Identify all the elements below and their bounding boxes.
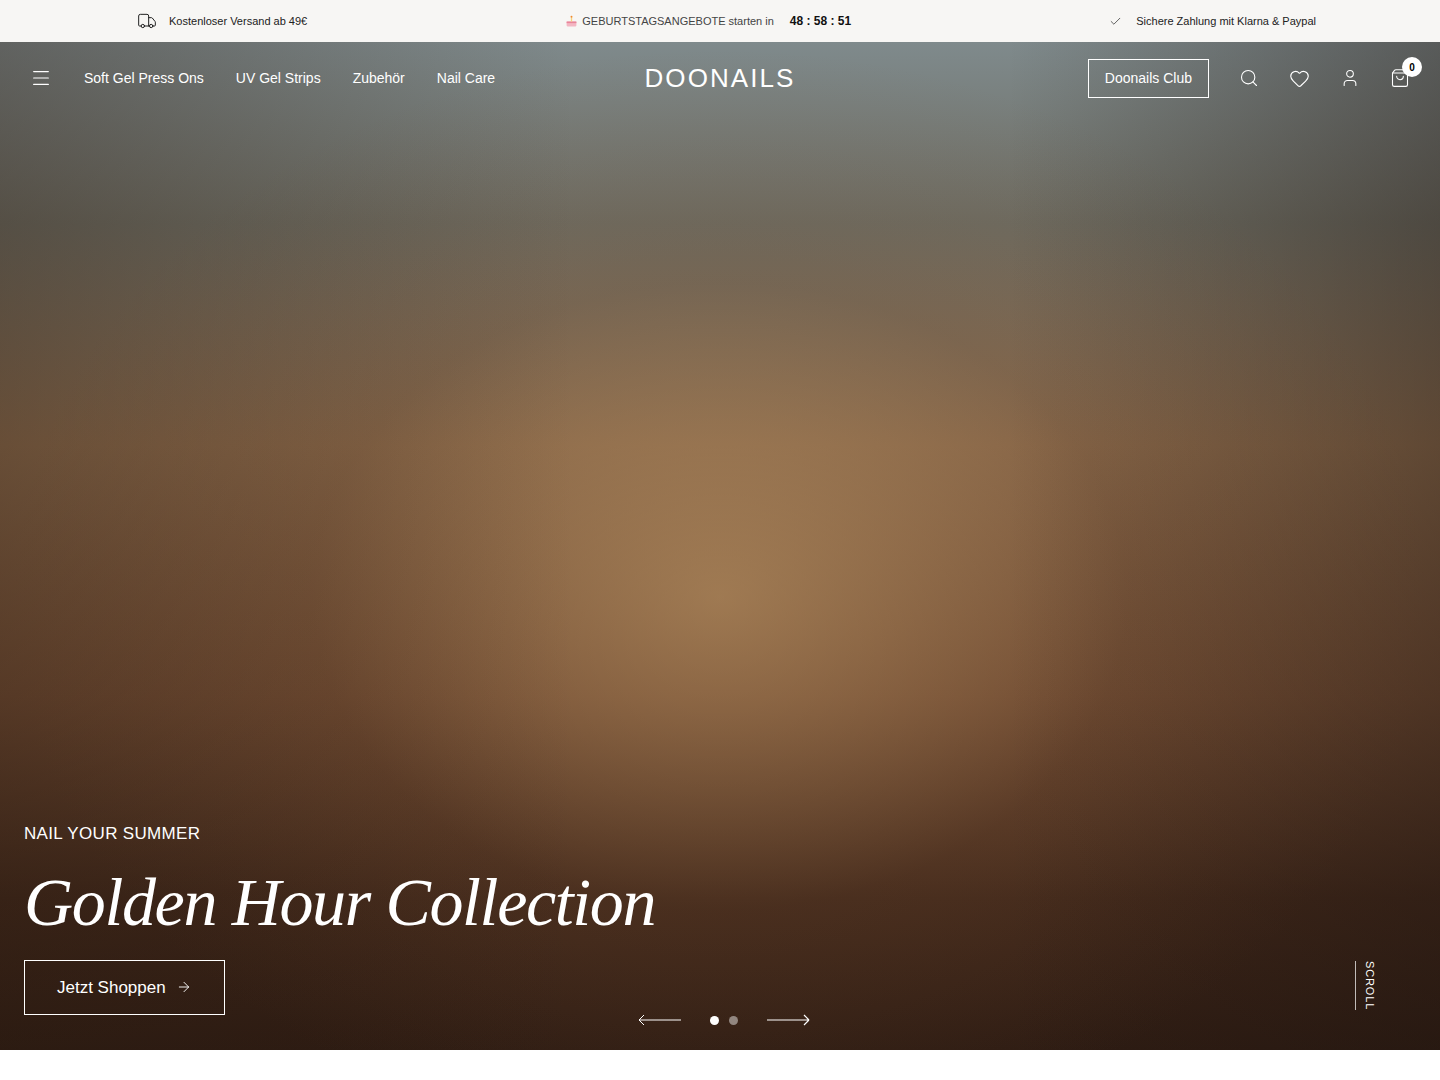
- payment-notice: Sichere Zahlung mit Klarna & Paypal: [1109, 13, 1316, 30]
- payment-text: Sichere Zahlung mit Klarna & Paypal: [1136, 13, 1316, 30]
- nav-item[interactable]: Nail Care: [437, 68, 495, 89]
- scroll-indicator: SCROLL: [1355, 961, 1379, 1010]
- prev-arrow-icon[interactable]: [638, 1014, 682, 1026]
- scroll-label: SCROLL: [1362, 961, 1379, 1010]
- check-icon: [1109, 15, 1122, 28]
- hero-title: Golden Hour Collection: [24, 865, 655, 940]
- announcement-bar: Kostenloser Versand ab 49€ GEBURTSTAGSANG…: [0, 0, 1440, 42]
- page: Kostenloser Versand ab 49€ GEBURTSTAGSANG…: [0, 0, 1440, 1080]
- slide-dot[interactable]: [729, 1016, 738, 1025]
- menu-icon[interactable]: [30, 67, 52, 89]
- slide-dot[interactable]: [710, 1016, 719, 1025]
- search-icon[interactable]: [1239, 68, 1259, 88]
- logo[interactable]: DOONAILS: [645, 59, 796, 98]
- hero-content: NAIL YOUR SUMMER Golden Hour Collection Je…: [24, 821, 655, 1015]
- promo-notice: GEBURTSTAGSANGEBOTE starten in 48 : 58 : …: [565, 12, 851, 30]
- arrow-right-icon: [176, 979, 192, 995]
- hero: Soft Gel Press Ons UV Gel Strips Zubehör Na…: [0, 42, 1440, 1050]
- nav-item[interactable]: Zubehör: [353, 68, 405, 89]
- cart[interactable]: 0: [1390, 68, 1410, 88]
- next-arrow-icon[interactable]: [766, 1014, 810, 1026]
- site-header: Soft Gel Press Ons UV Gel Strips Zubehör Na…: [0, 42, 1440, 114]
- account-icon[interactable]: [1340, 68, 1360, 88]
- promo-text: GEBURTSTAGSANGEBOTE starten in: [582, 13, 774, 30]
- shipping-notice: Kostenloser Versand ab 49€: [137, 11, 307, 31]
- shipping-text: Kostenloser Versand ab 49€: [169, 13, 307, 30]
- nav-item[interactable]: UV Gel Strips: [236, 68, 321, 89]
- nav-item[interactable]: Soft Gel Press Ons: [84, 68, 204, 89]
- club-button[interactable]: Doonails Club: [1088, 59, 1209, 98]
- main-nav: Soft Gel Press Ons UV Gel Strips Zubehör Na…: [84, 68, 495, 89]
- truck-icon: [137, 11, 157, 31]
- wishlist-icon[interactable]: [1289, 68, 1310, 89]
- countdown: 48 : 58 : 51: [790, 12, 851, 30]
- shop-now-button[interactable]: Jetzt Shoppen: [24, 960, 225, 1016]
- slider-controls: [638, 1014, 810, 1026]
- cake-icon: [565, 15, 578, 28]
- cart-count: 0: [1402, 57, 1422, 77]
- hero-eyebrow: NAIL YOUR SUMMER: [24, 821, 655, 847]
